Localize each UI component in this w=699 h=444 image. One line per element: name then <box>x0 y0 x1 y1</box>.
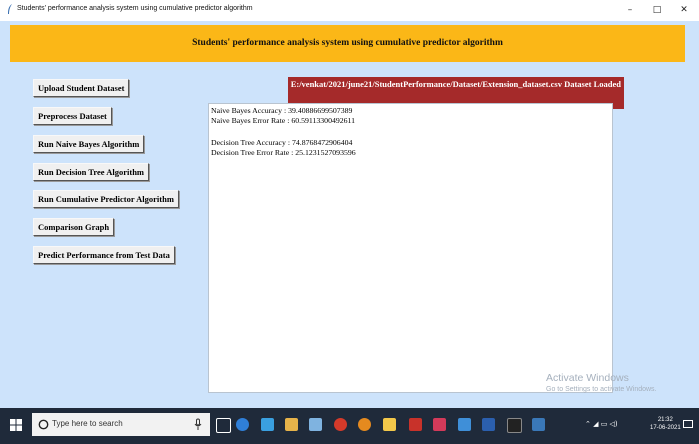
output-line: Decision Tree Accuracy : 74.876847290640… <box>211 138 353 147</box>
word-icon[interactable] <box>482 418 495 431</box>
activation-watermark-title: Activate Windows <box>546 372 629 384</box>
windows-start-icon[interactable] <box>10 419 22 431</box>
run-naive-bayes-button[interactable]: Run Naive Bayes Algorithm <box>33 135 145 153</box>
activation-watermark-subtitle: Go to Settings to activate Windows. <box>546 386 657 393</box>
microphone-icon[interactable] <box>194 418 202 431</box>
edge-browser-icon[interactable] <box>236 418 249 431</box>
output-textarea[interactable]: Naive Bayes Accuracy : 39.40886699507389… <box>208 103 613 393</box>
app-client-area: Students' performance analysis system us… <box>0 21 699 408</box>
output-line: Decision Tree Error Rate : 25.1231527093… <box>211 148 356 157</box>
maximize-button[interactable]: □ <box>646 2 668 18</box>
taskbar-search-box[interactable]: Type here to search <box>32 413 210 436</box>
upload-dataset-button[interactable]: Upload Student Dataset <box>33 79 130 97</box>
app-icon[interactable] <box>334 418 347 431</box>
predict-performance-button[interactable]: Predict Performance from Test Data <box>33 246 175 264</box>
python-icon[interactable] <box>532 418 545 431</box>
output-line: Naive Bayes Accuracy : 39.40886699507389 <box>211 106 353 115</box>
window-title: Students' performance analysis system us… <box>17 5 253 12</box>
pdf-reader-icon[interactable] <box>409 418 422 431</box>
terminal-icon[interactable] <box>507 418 522 433</box>
clock-date: 17-06-2021 <box>650 425 681 431</box>
store-icon[interactable] <box>285 418 298 431</box>
header-band: Students' performance analysis system us… <box>10 25 685 62</box>
notification-icon[interactable] <box>683 420 693 430</box>
clock-time: 21:32 <box>657 417 673 423</box>
output-line: Naive Bayes Error Rate : 60.591133004926… <box>211 116 356 125</box>
folder-icon[interactable] <box>383 418 396 431</box>
feather-icon <box>8 4 12 14</box>
task-view-icon[interactable] <box>216 418 231 433</box>
comparison-graph-button[interactable]: Comparison Graph <box>33 218 115 236</box>
preprocess-dataset-button[interactable]: Preprocess Dataset <box>33 107 112 125</box>
system-tray-icons[interactable]: ⌃ ◢ ▭ ◁) <box>585 420 618 428</box>
app-icon[interactable] <box>309 418 322 431</box>
app-icon[interactable] <box>458 418 471 431</box>
run-cumulative-predictor-button[interactable]: Run Cumulative Predictor Algorithm <box>33 190 179 208</box>
page-title: Students' performance analysis system us… <box>192 38 503 48</box>
taskbar: Type here to search ⌃ ◢ ▭ ◁) 21:32 17-06… <box>0 408 699 444</box>
clock[interactable]: 21:32 17-06-2021 <box>650 416 681 432</box>
search-placeholder: Type here to search <box>52 419 123 428</box>
cortana-circle-icon <box>38 419 49 430</box>
run-decision-tree-button[interactable]: Run Decision Tree Algorithm <box>33 163 150 181</box>
status-message: E:/venkat/2021/june21/StudentPerformance… <box>290 79 621 89</box>
app-icon[interactable] <box>433 418 446 431</box>
file-explorer-icon[interactable] <box>261 418 274 431</box>
close-button[interactable]: ✕ <box>673 2 695 18</box>
chrome-icon[interactable] <box>358 418 371 431</box>
window-titlebar: Students' performance analysis system us… <box>0 0 699 21</box>
minimize-button[interactable]: – <box>619 2 641 18</box>
